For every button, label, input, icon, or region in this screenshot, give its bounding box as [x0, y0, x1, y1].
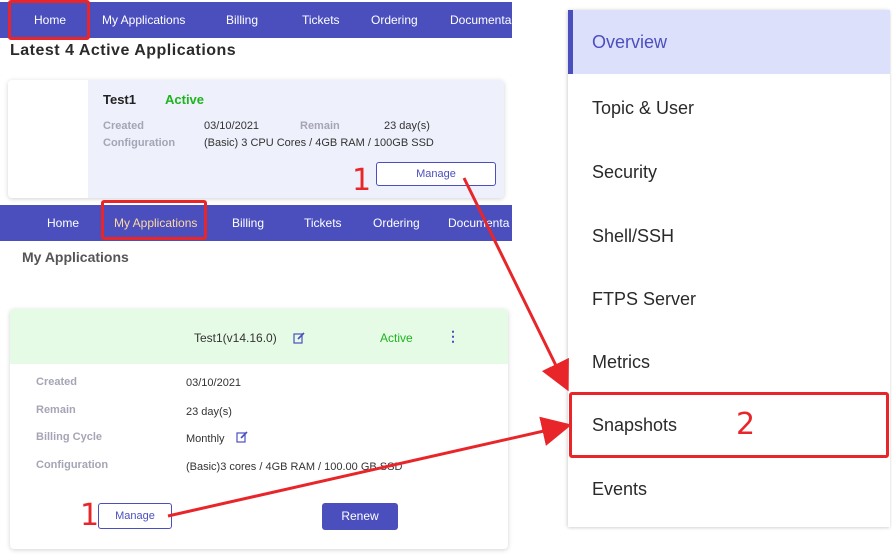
- arrow-bottom-manage-to-snapshots: [167, 416, 572, 518]
- arrow-top-manage-to-snapshots: [462, 177, 569, 392]
- annotation-arrows: [167, 177, 572, 518]
